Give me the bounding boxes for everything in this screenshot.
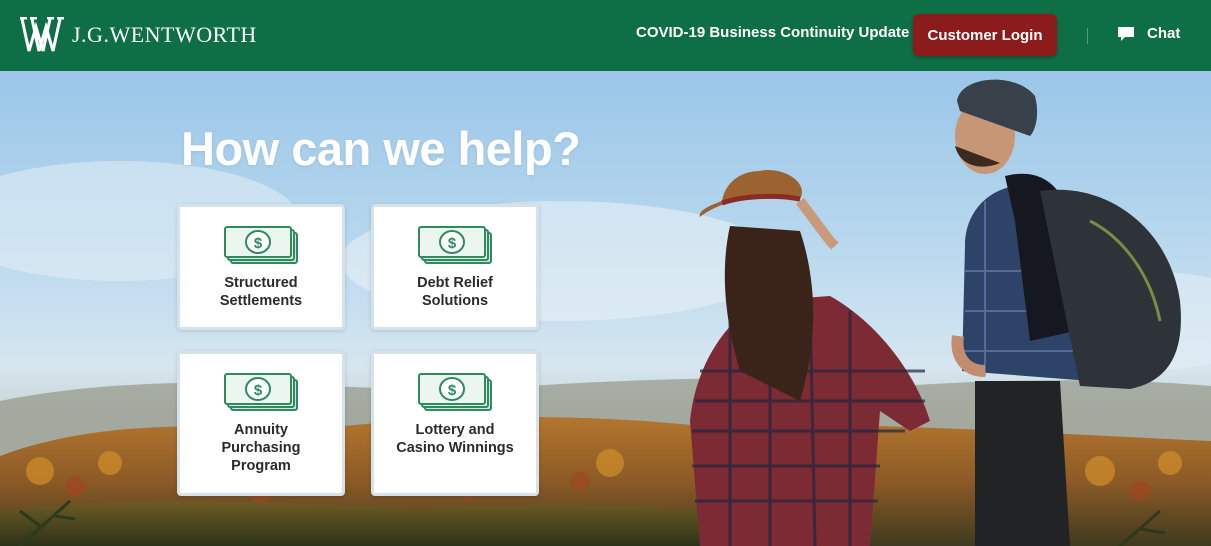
wentworth-logo-icon [20, 17, 64, 52]
svg-text:$: $ [254, 235, 263, 252]
money-icon: $ [224, 373, 298, 411]
card-label: Structured Settlements [219, 275, 303, 309]
header-divider [1087, 28, 1088, 44]
card-label: Annuity Purchasing Program [221, 422, 301, 474]
money-icon: $ [224, 226, 298, 264]
chat-bubble-icon [1118, 26, 1134, 41]
money-icon: $ [418, 226, 492, 264]
card-lottery-casino[interactable]: $ Lottery and Casino Winnings [371, 351, 539, 496]
svg-text:$: $ [254, 382, 263, 399]
logo[interactable]: J.G.WENTWORTH [20, 12, 257, 58]
covid-update-link[interactable]: COVID-19 Business Continuity Update [636, 24, 909, 41]
money-icon: $ [418, 373, 492, 411]
svg-text:$: $ [448, 235, 457, 252]
site-header: J.G.WENTWORTH COVID-19 Business Continui… [0, 0, 1211, 71]
customer-login-button[interactable]: Customer Login [913, 14, 1057, 56]
card-label: Lottery and Casino Winnings [396, 422, 514, 456]
card-annuity-purchasing[interactable]: $ Annuity Purchasing Program [177, 351, 345, 496]
hero-title: How can we help? [181, 122, 581, 175]
card-structured-settlements[interactable]: $ Structured Settlements [177, 204, 345, 330]
svg-text:$: $ [448, 382, 457, 399]
logo-text: J.G.WENTWORTH [72, 22, 257, 47]
card-label: Debt Relief Solutions [417, 275, 493, 309]
chat-button[interactable]: Chat [1117, 25, 1180, 42]
chat-label: Chat [1147, 25, 1181, 42]
card-debt-relief[interactable]: $ Debt Relief Solutions [371, 204, 539, 330]
hero-section: How can we help? $ Structured Settlement… [0, 71, 1211, 546]
